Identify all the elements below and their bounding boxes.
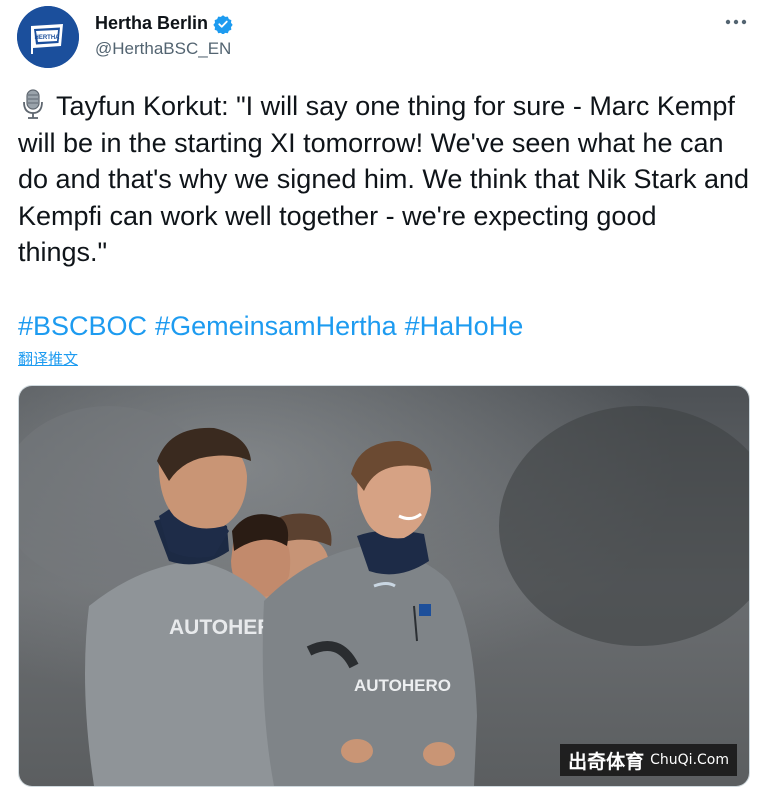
- hashtag-link[interactable]: #BSCBOC: [18, 311, 147, 341]
- watermark-en: ChuQi.Com: [650, 752, 729, 768]
- hashtag-list: #BSCBOC #GemeinsamHertha #HaHoHe: [18, 308, 531, 344]
- author-display-name[interactable]: Hertha Berlin: [95, 13, 233, 34]
- verified-badge-icon: [213, 14, 233, 34]
- sponsor-logo-right: AUTOHERO: [354, 676, 451, 695]
- tweet-text: Tayfun Korkut: "I will say one thing for…: [18, 91, 757, 267]
- hertha-flag-logo-icon: HERTHA: [17, 6, 79, 68]
- more-dots-icon: [725, 19, 747, 25]
- watermark-badge: 出奇体育 ChuQi.Com: [560, 744, 737, 776]
- hashtag-link[interactable]: #HaHoHe: [405, 311, 524, 341]
- author-name-text: Hertha Berlin: [95, 13, 209, 33]
- translate-tweet-link[interactable]: 翻译推文: [18, 348, 78, 369]
- microphone-icon: [23, 89, 43, 119]
- author-handle[interactable]: @HerthaBSC_EN: [95, 39, 231, 59]
- training-photo-illustration: AUTOHERO AUTOHERO: [19, 386, 749, 786]
- tweet-photo[interactable]: AUTOHERO AUTOHERO 出奇体育 ChuQi.Com: [18, 385, 750, 787]
- hashtag-link[interactable]: #GemeinsamHertha: [155, 311, 397, 341]
- tweet-body: Tayfun Korkut: "I will say one thing for…: [18, 88, 753, 271]
- svg-text:HERTHA: HERTHA: [35, 35, 61, 41]
- author-avatar[interactable]: HERTHA: [17, 6, 79, 68]
- watermark-cn: 出奇体育: [568, 750, 645, 773]
- more-options-button[interactable]: [724, 10, 748, 34]
